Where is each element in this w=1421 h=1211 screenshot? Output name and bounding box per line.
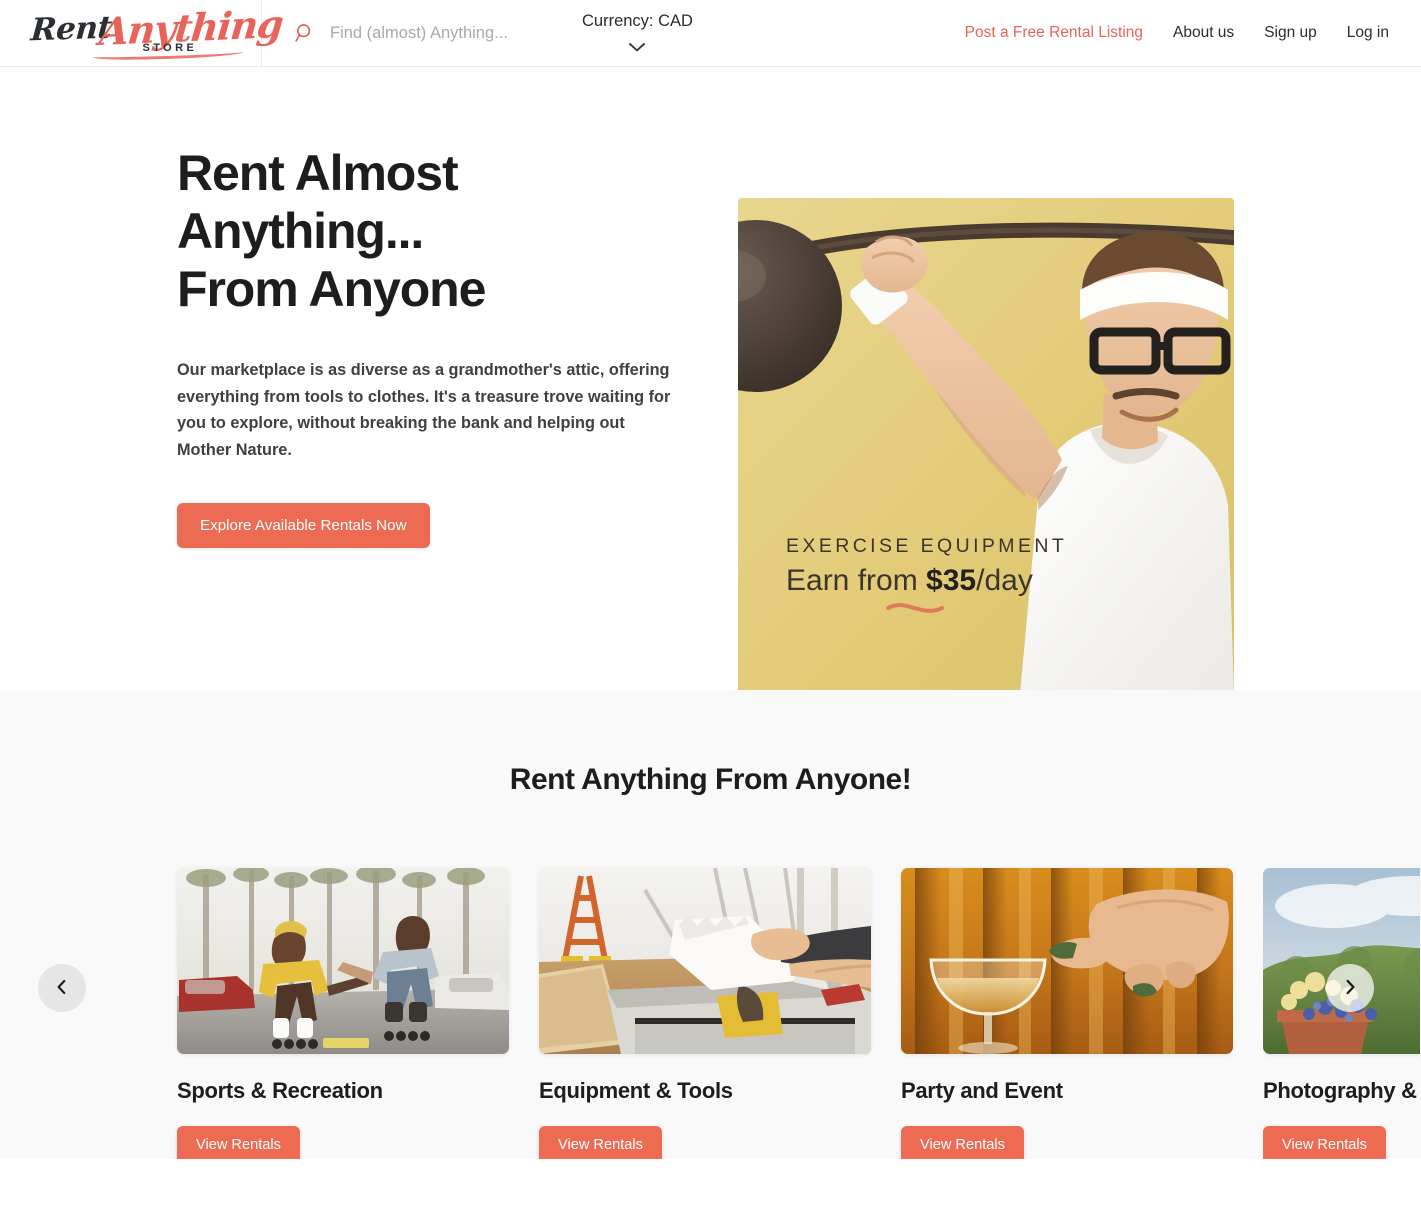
nav-link-about-us[interactable]: About us — [1173, 24, 1234, 42]
category-card-title: Sports & Recreation — [177, 1078, 383, 1103]
category-card[interactable]: Photography & View Rentals — [1263, 868, 1420, 1164]
categories-heading: Rent Anything From Anyone! — [509, 763, 912, 796]
nav-link-post-listing[interactable]: Post a Free Rental Listing — [965, 24, 1143, 42]
page-title: Rent Almost Anything... From Anyone — [177, 144, 697, 318]
search-input[interactable] — [330, 23, 570, 43]
site-logo[interactable]: Rent Anything STORE — [0, 0, 284, 66]
category-card-title: Photography & — [1263, 1078, 1417, 1103]
logo-word-store: STORE — [142, 42, 198, 54]
category-card[interactable]: Sports & Recreation View Rentals — [177, 868, 509, 1164]
page-bottom-spacer — [0, 1159, 1421, 1185]
logo-mark: Rent Anything STORE — [29, 1, 284, 61]
carousel-next-button[interactable] — [1326, 964, 1374, 1012]
currency-selector[interactable]: Currency: CAD — [582, 0, 693, 66]
chevron-right-icon — [1341, 978, 1359, 999]
currency-label: Currency: CAD — [582, 12, 693, 31]
nav-link-log-in[interactable]: Log in — [1347, 24, 1389, 42]
main-navigation: Post a Free Rental Listing About us Sign… — [965, 0, 1421, 66]
hero-title-line-1: Rent Almost — [177, 145, 459, 201]
chevron-down-icon — [627, 40, 647, 58]
category-card[interactable]: Party and Event View Rentals — [901, 868, 1233, 1164]
nav-link-sign-up[interactable]: Sign up — [1264, 24, 1317, 42]
carousel-prev-button[interactable] — [38, 964, 86, 1012]
category-card-image — [539, 868, 871, 1054]
svg-text:Earn from $35/day: Earn from $35/day — [786, 564, 1033, 597]
category-carousel: Sports & Recreation View Rentals Equipme… — [0, 868, 1421, 1178]
explore-rentals-button[interactable]: Explore Available Rentals Now — [177, 503, 430, 549]
hero-section: Rent Almost Anything... From Anyone Our … — [0, 67, 1421, 694]
category-card-image — [901, 868, 1233, 1054]
search-bar[interactable] — [262, 0, 572, 66]
category-card-image — [177, 868, 509, 1054]
chevron-left-icon — [53, 978, 71, 999]
category-card-title: Party and Event — [901, 1078, 1063, 1103]
category-card-title: Equipment & Tools — [539, 1078, 733, 1103]
categories-section: Rent Anything From Anyone! Sports & Recr… — [0, 690, 1421, 1185]
category-card-list: Sports & Recreation View Rentals Equipme… — [177, 868, 1420, 1164]
hero-copy: Rent Almost Anything... From Anyone Our … — [177, 144, 697, 549]
category-card[interactable]: Equipment & Tools View Rentals — [539, 868, 871, 1164]
category-card-image — [1263, 868, 1420, 1054]
hero-image: EXERCISE EQUIPMENT Earn from $35/day — [738, 198, 1234, 694]
hero-paragraph: Our marketplace is as diverse as a grand… — [177, 361, 671, 459]
search-icon — [294, 22, 316, 44]
hero-title-line-2: Anything... — [177, 203, 424, 259]
hero-overlay-eyebrow: EXERCISE EQUIPMENT — [786, 535, 1067, 557]
site-header: Rent Anything STORE Currency: CAD Post a… — [0, 0, 1421, 67]
hero-title-line-3: From Anyone — [177, 261, 486, 317]
